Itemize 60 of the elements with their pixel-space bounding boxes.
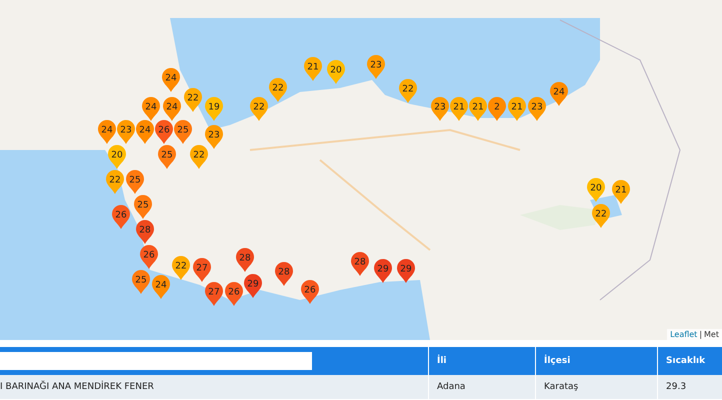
map-marker[interactable]: 21	[450, 97, 468, 121]
table-cell: Adana	[428, 375, 536, 399]
column-header[interactable]: Sıcaklık	[658, 347, 722, 375]
map-marker[interactable]: 28	[236, 248, 254, 272]
map-marker[interactable]: 28	[136, 220, 154, 244]
map-marker[interactable]: 25	[126, 170, 144, 194]
map-marker[interactable]: 23	[117, 120, 135, 144]
map-marker[interactable]: 20	[108, 145, 126, 169]
map-marker[interactable]: 26	[225, 282, 243, 306]
map-marker[interactable]: 2	[488, 97, 506, 121]
map-marker[interactable]: 24	[550, 82, 568, 106]
map-marker[interactable]: 23	[528, 97, 546, 121]
table-cell: I BARINAĞI ANA MENDİREK FENER	[0, 375, 428, 399]
map-marker[interactable]: 20	[587, 178, 605, 202]
map-marker[interactable]: 25	[132, 270, 150, 294]
map-marker[interactable]: 20	[327, 60, 345, 84]
map-marker[interactable]: 24	[152, 275, 170, 299]
attribution-text: Met	[704, 330, 719, 339]
map-marker[interactable]: 26	[301, 280, 319, 304]
map-marker[interactable]: 24	[98, 120, 116, 144]
map-marker[interactable]: 24	[163, 97, 181, 121]
map-marker[interactable]: 26	[140, 245, 158, 269]
map-marker[interactable]: 29	[374, 259, 392, 283]
column-header[interactable]: İlçesi	[536, 347, 658, 375]
map-marker[interactable]: 25	[134, 195, 152, 219]
map-marker[interactable]: 21	[304, 57, 322, 81]
map-marker[interactable]: 24	[162, 68, 180, 92]
column-header[interactable]: İli	[428, 347, 536, 375]
table-cell: Karataş	[536, 375, 658, 399]
map-marker[interactable]: 26	[155, 120, 173, 144]
map-marker[interactable]: 27	[193, 258, 211, 282]
map-marker[interactable]: 29	[397, 259, 415, 283]
map-marker[interactable]: 26	[112, 205, 130, 229]
map-marker[interactable]: 22	[250, 97, 268, 121]
map-marker[interactable]: 24	[142, 97, 160, 121]
map-marker[interactable]: 22	[172, 256, 190, 280]
map-marker[interactable]: 24	[136, 120, 154, 144]
map-marker[interactable]: 22	[184, 88, 202, 112]
map-marker[interactable]: 23	[431, 97, 449, 121]
table-cell: 29.3	[658, 375, 722, 399]
map-marker[interactable]: 29	[244, 274, 262, 298]
map-marker[interactable]: 21	[612, 180, 630, 204]
map-marker[interactable]: 28	[351, 252, 369, 276]
leaflet-link[interactable]: Leaflet	[670, 330, 698, 339]
map-marker[interactable]: 21	[469, 97, 487, 121]
map-marker[interactable]: 27	[205, 282, 223, 306]
map-marker[interactable]: 22	[399, 79, 417, 103]
map-marker[interactable]: 25	[174, 120, 192, 144]
map-marker[interactable]: 25	[158, 145, 176, 169]
map-marker[interactable]: 22	[190, 145, 208, 169]
map-marker[interactable]: 23	[205, 125, 223, 149]
map-marker[interactable]: 22	[106, 170, 124, 194]
map-marker[interactable]: 28	[275, 262, 293, 286]
map-marker[interactable]: 22	[269, 78, 287, 102]
map-marker[interactable]: 23	[367, 55, 385, 79]
map-marker[interactable]: 19	[205, 97, 223, 121]
attribution-separator: |	[699, 330, 702, 339]
filter-input[interactable]	[0, 352, 312, 370]
map-marker[interactable]: 21	[508, 97, 526, 121]
map-marker[interactable]: 22	[592, 204, 610, 228]
